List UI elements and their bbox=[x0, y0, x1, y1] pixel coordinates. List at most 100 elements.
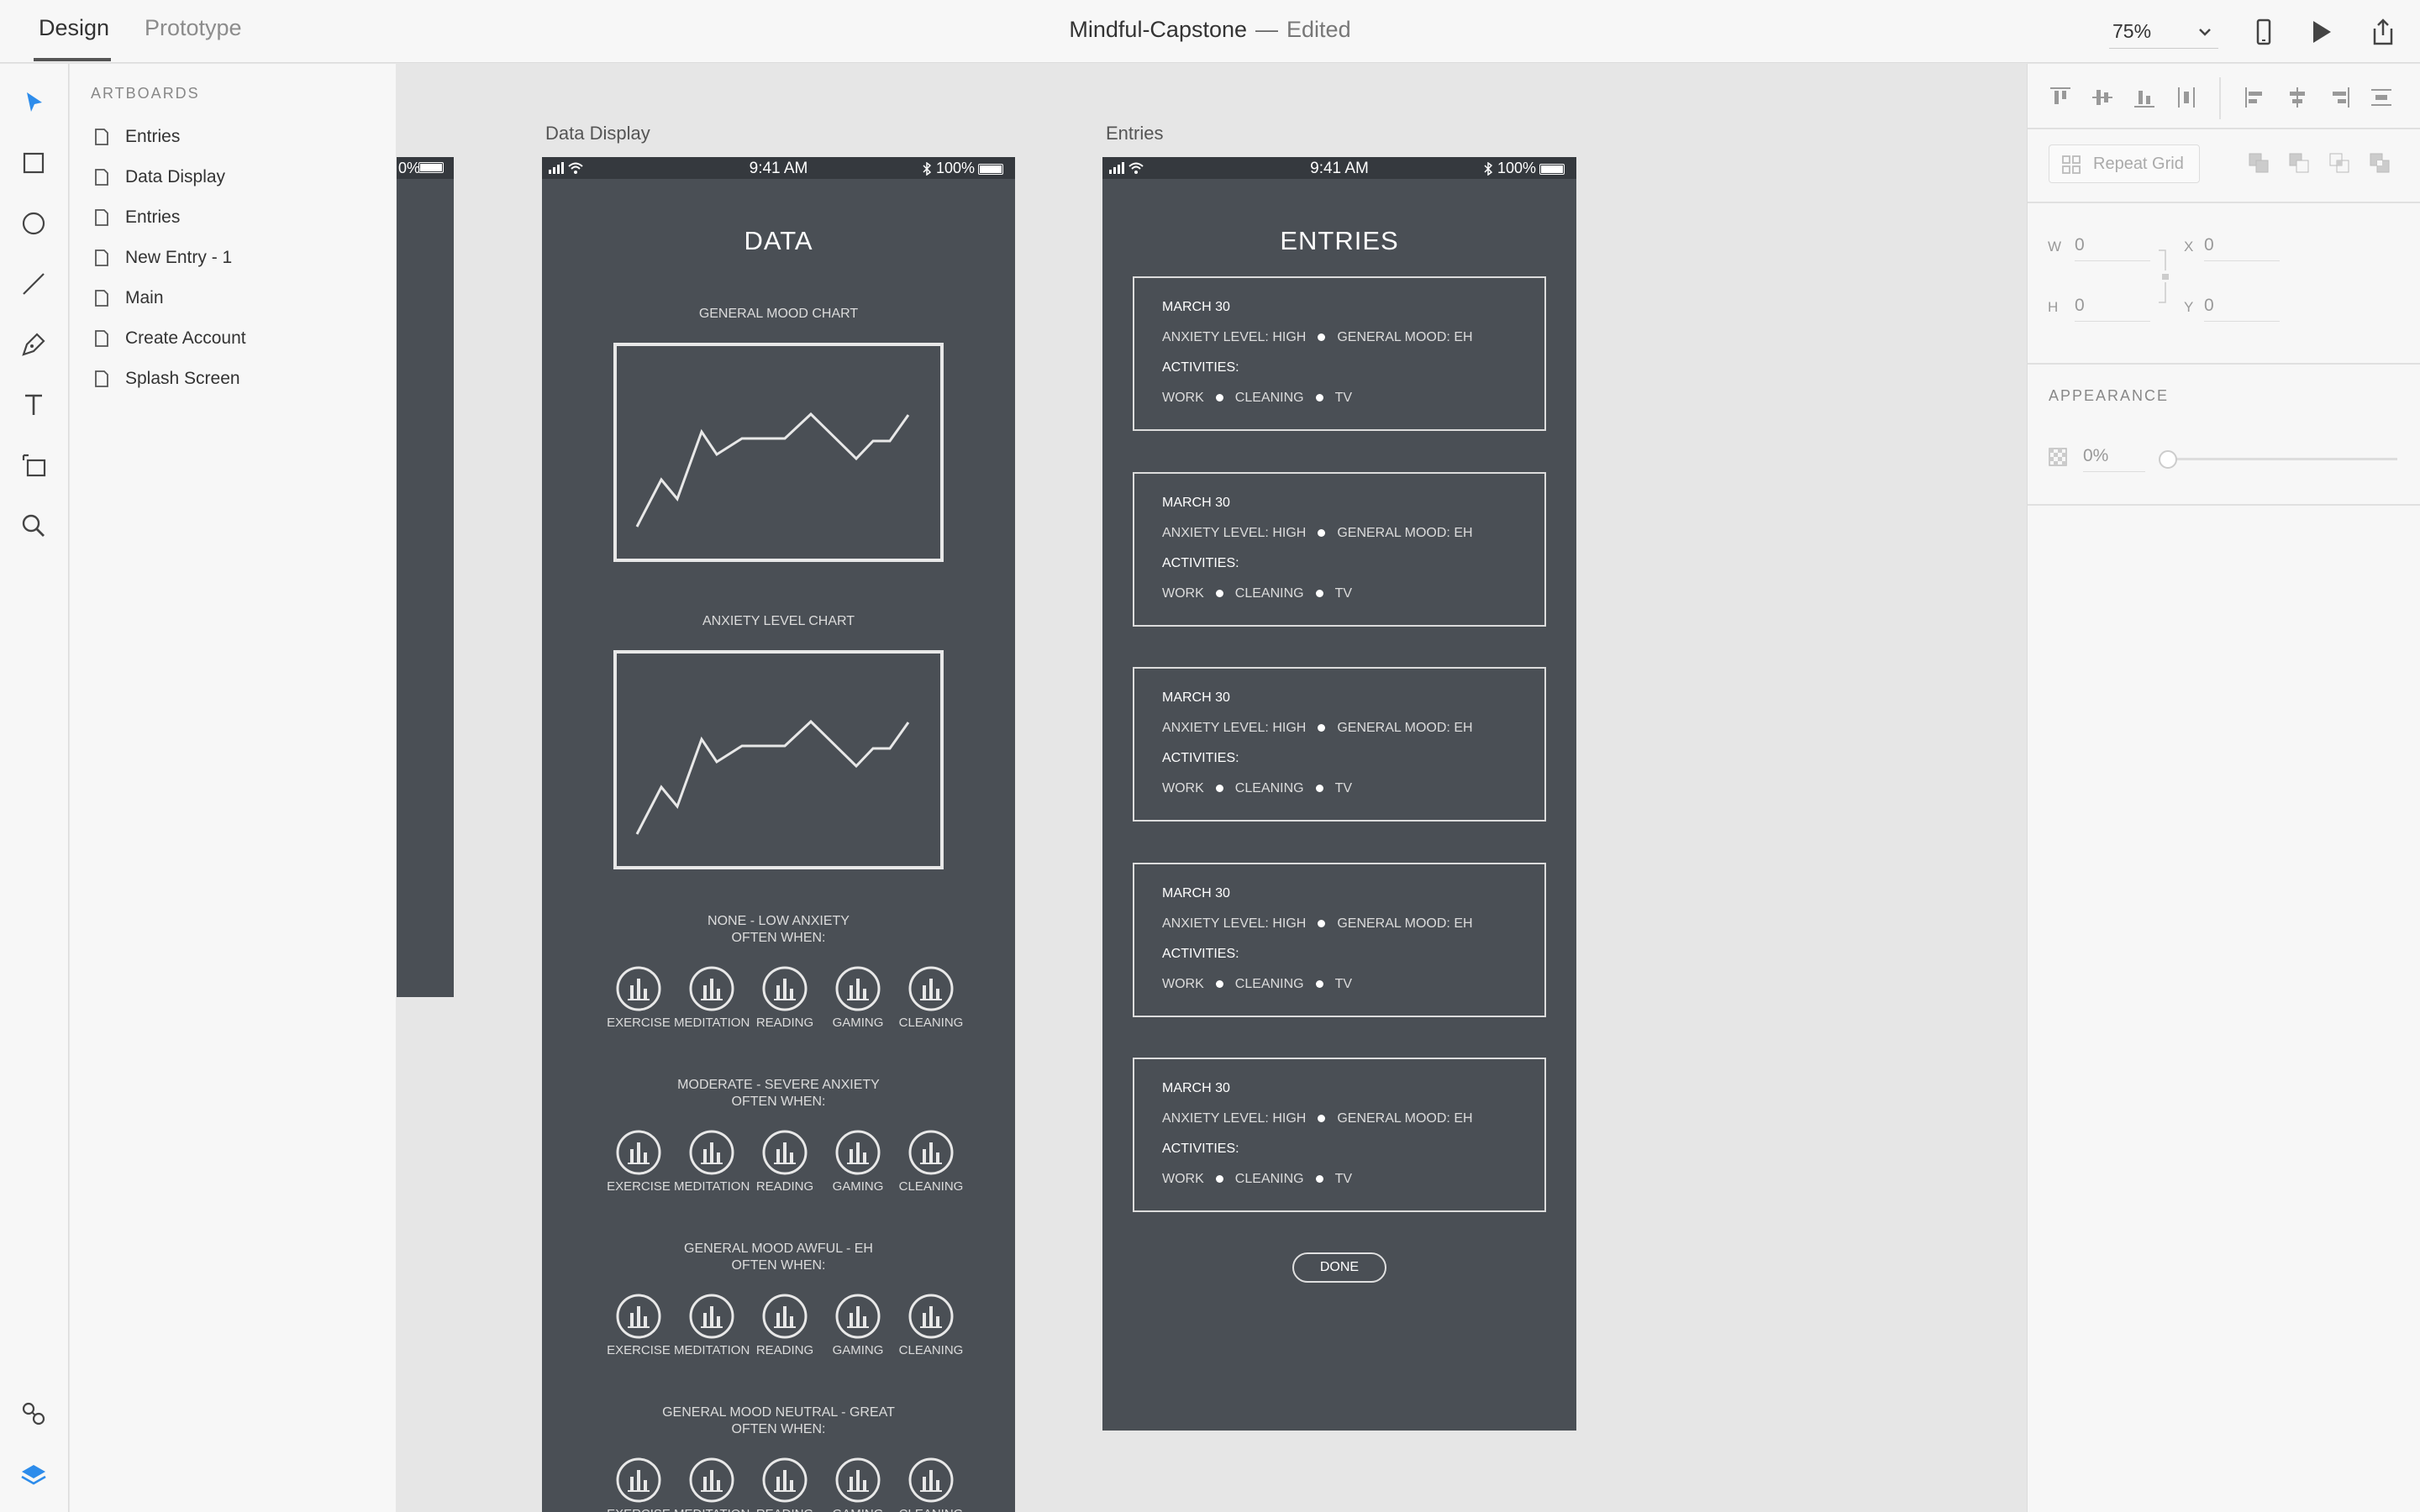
panel-divider bbox=[2028, 128, 2420, 129]
entry-mood: GENERAL MOOD: EH bbox=[1337, 330, 1473, 344]
done-button[interactable]: DONE bbox=[1292, 1252, 1386, 1283]
entry-activity: CLEANING bbox=[1234, 1172, 1304, 1186]
entry-card[interactable]: MARCH 30 ANXIETY LEVEL: HIGH GENERAL MOOD… bbox=[1133, 472, 1546, 627]
zoom-select[interactable]: 75% bbox=[2109, 15, 2218, 49]
artboard-page-icon bbox=[95, 370, 108, 387]
boolean-intersect-icon[interactable] bbox=[2327, 150, 2352, 176]
section-title: NONE - LOW ANXIETY bbox=[708, 914, 850, 928]
align-left-icon[interactable] bbox=[2243, 85, 2268, 110]
layer-item[interactable]: Data Display bbox=[93, 161, 379, 195]
layers-panel: ARTBOARDS Entries Data Display Entries N… bbox=[70, 64, 396, 1512]
share-icon[interactable] bbox=[2368, 17, 2398, 47]
width-field[interactable]: 0 bbox=[2075, 235, 2150, 261]
entry-activity: TV bbox=[1334, 391, 1353, 405]
activity-label: GAMING bbox=[832, 1016, 884, 1030]
entry-card[interactable]: MARCH 30 ANXIETY LEVEL: HIGH GENERAL MOOD… bbox=[1133, 276, 1546, 431]
bullet-dot bbox=[1215, 785, 1223, 793]
property-inspector: Repeat Grid W 0 X 0 H 0 Y 0 APPEARANCE 0… bbox=[2027, 64, 2420, 1512]
activity-item: GAMING bbox=[820, 1457, 896, 1512]
entry-activity: TV bbox=[1334, 1172, 1353, 1186]
opacity-slider-track[interactable] bbox=[2165, 458, 2397, 460]
entry-card[interactable]: MARCH 30 ANXIETY LEVEL: HIGH GENERAL MOOD… bbox=[1133, 863, 1546, 1017]
layer-item[interactable]: Create Account bbox=[93, 323, 379, 356]
x-field[interactable]: 0 bbox=[2204, 235, 2280, 261]
bar-chart-circle-icon bbox=[689, 1130, 734, 1175]
align-bottom-icon[interactable] bbox=[2132, 85, 2157, 110]
activity-item: READING bbox=[747, 1129, 823, 1205]
partial-artboard[interactable] bbox=[397, 157, 454, 997]
appearance-heading: APPEARANCE bbox=[2049, 387, 2170, 404]
panel-divider bbox=[2028, 504, 2420, 506]
section-title: MODERATE - SEVERE ANXIETY bbox=[677, 1078, 880, 1092]
status-bar: 9:41 AM 100% bbox=[1102, 157, 1576, 179]
entry-anxiety: ANXIETY LEVEL: HIGH bbox=[1162, 526, 1307, 540]
layer-item[interactable]: New Entry - 1 bbox=[93, 242, 379, 276]
layer-item[interactable]: Entries bbox=[93, 202, 379, 235]
align-center-icon[interactable] bbox=[2285, 85, 2310, 110]
boolean-subtract-icon[interactable] bbox=[2286, 150, 2312, 176]
rectangle-icon[interactable] bbox=[17, 146, 50, 180]
align-top-icon[interactable] bbox=[2048, 85, 2073, 110]
distribute-vertical-icon[interactable] bbox=[2174, 85, 2199, 110]
height-field[interactable]: 0 bbox=[2075, 296, 2150, 322]
artboard-title[interactable]: Data Display bbox=[545, 123, 650, 144]
ellipse-icon[interactable] bbox=[17, 207, 50, 240]
play-icon[interactable] bbox=[2306, 17, 2336, 47]
entry-date: MARCH 30 bbox=[1162, 300, 1230, 314]
bar-chart-circle-icon bbox=[835, 1457, 881, 1503]
layer-item-label: Entries bbox=[125, 127, 181, 146]
entry-summary: ANXIETY LEVEL: HIGH GENERAL MOOD: EH bbox=[1162, 330, 1473, 345]
data-display-artboard[interactable]: 9:41 AM 100% DATA GENERAL MOOD CHART ANX… bbox=[542, 157, 1015, 1512]
align-middle-icon[interactable] bbox=[2090, 85, 2115, 110]
bullet-dot bbox=[1315, 1175, 1323, 1184]
width-label: W bbox=[2048, 239, 2062, 255]
repeat-grid-button[interactable]: Repeat Grid bbox=[2049, 144, 2200, 183]
align-right-icon[interactable] bbox=[2327, 85, 2352, 110]
text-icon[interactable] bbox=[17, 388, 50, 422]
bullet-dot bbox=[1315, 394, 1323, 402]
y-field[interactable]: 0 bbox=[2204, 296, 2280, 322]
select-icon[interactable] bbox=[17, 86, 50, 119]
layers-heading: ARTBOARDS bbox=[91, 85, 200, 102]
section-subtitle: OFTEN WHEN: bbox=[731, 931, 826, 945]
boolean-add-icon[interactable] bbox=[2246, 150, 2271, 176]
device-preview-icon[interactable] bbox=[2249, 17, 2279, 47]
entries-artboard[interactable]: 9:41 AM 100% ENTRIES MARCH 30 ANXIETY LE… bbox=[1102, 157, 1576, 1431]
layers-icon[interactable] bbox=[17, 1458, 50, 1492]
artboard-icon[interactable] bbox=[17, 449, 50, 482]
entry-mood: GENERAL MOOD: EH bbox=[1337, 526, 1473, 540]
bar-chart-circle-icon bbox=[908, 1130, 954, 1175]
layer-item[interactable]: Splash Screen bbox=[93, 363, 379, 396]
layer-item[interactable]: Entries bbox=[93, 121, 379, 155]
activity-label: EXERCISE bbox=[607, 1016, 671, 1030]
layer-item[interactable]: Main bbox=[93, 282, 379, 316]
zoom-value: 75% bbox=[2112, 20, 2152, 42]
line-icon[interactable] bbox=[17, 267, 50, 301]
activity-label: GAMING bbox=[832, 1179, 884, 1194]
entry-card[interactable]: MARCH 30 ANXIETY LEVEL: HIGH GENERAL MOOD… bbox=[1133, 1058, 1546, 1212]
section-title: GENERAL MOOD AWFUL - EH bbox=[684, 1242, 873, 1256]
screen-heading: DATA bbox=[744, 226, 813, 255]
opacity-slider-handle[interactable] bbox=[2159, 450, 2177, 469]
distribute-horizontal-icon[interactable] bbox=[2369, 85, 2394, 110]
boolean-exclude-icon[interactable] bbox=[2367, 150, 2392, 176]
line-chart-placeholder-icon bbox=[635, 719, 910, 835]
activity-label: MEDITATION bbox=[674, 1507, 750, 1512]
artboard-title[interactable]: Entries bbox=[1106, 123, 1163, 144]
artboard-page-icon bbox=[95, 330, 108, 347]
layer-item-label: New Entry - 1 bbox=[125, 248, 233, 267]
bullet-dot bbox=[1215, 980, 1223, 989]
opacity-field[interactable]: 0% bbox=[2083, 446, 2145, 472]
bluetooth-icon bbox=[923, 161, 932, 176]
activity-row: EXERCISEMEDITATION READING GAMING CLEANING bbox=[601, 1293, 963, 1368]
zoom-icon[interactable] bbox=[17, 509, 50, 543]
pen-icon[interactable] bbox=[17, 328, 50, 361]
entry-card[interactable]: MARCH 30 ANXIETY LEVEL: HIGH GENERAL MOOD… bbox=[1133, 667, 1546, 822]
lock-aspect-icon[interactable] bbox=[2157, 247, 2172, 306]
assets-icon[interactable] bbox=[17, 1396, 50, 1430]
entry-date: MARCH 30 bbox=[1162, 886, 1230, 900]
artboard-page-icon bbox=[95, 169, 108, 186]
entry-activity: WORK bbox=[1162, 586, 1204, 601]
document-status: Edited bbox=[1286, 17, 1351, 42]
section-subtitle: OFTEN WHEN: bbox=[731, 1095, 826, 1109]
